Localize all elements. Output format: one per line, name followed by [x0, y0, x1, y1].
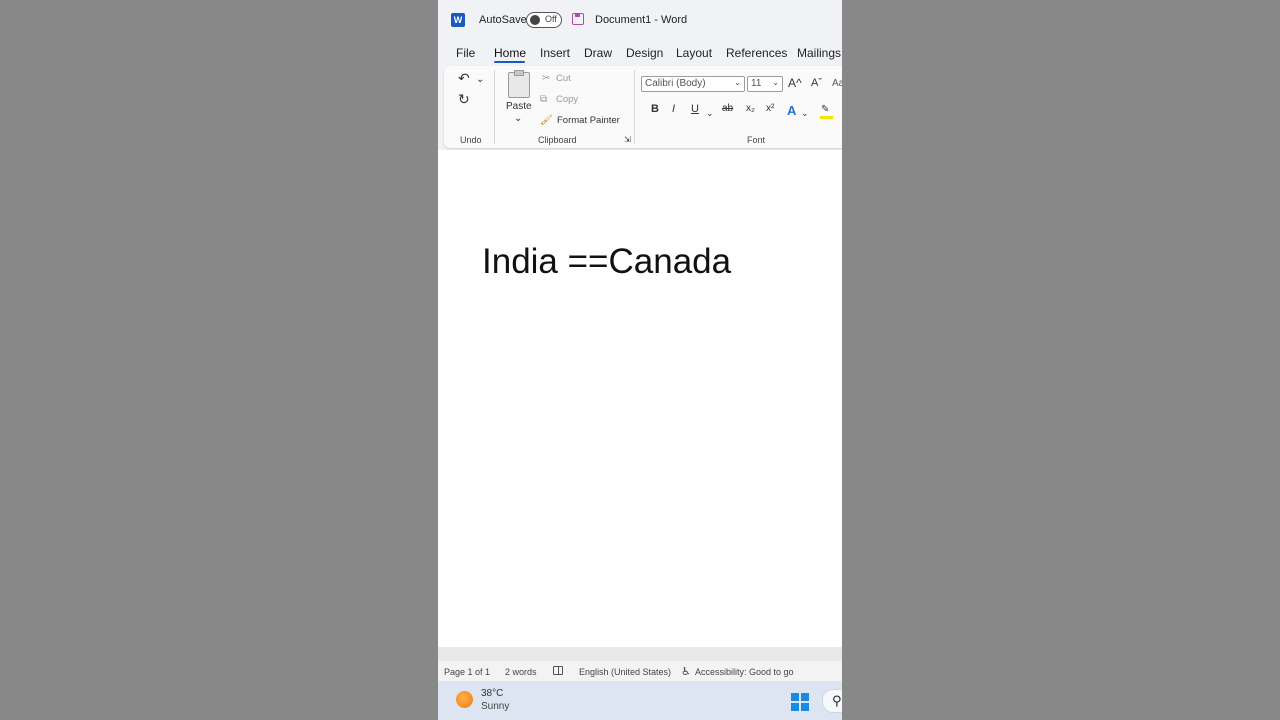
language[interactable]: English (United States) — [579, 667, 671, 677]
font-name-value: Calibri (Body) — [645, 78, 706, 89]
font-group-label: Font — [747, 135, 766, 145]
taskbar: 38°C Sunny ⚲ — [438, 681, 842, 720]
tab-insert[interactable]: Insert — [540, 46, 570, 60]
text-effects-dropdown-icon[interactable]: ⌄ — [801, 106, 809, 120]
copy-icon: ⧉ — [540, 94, 548, 105]
clipboard-launcher-icon[interactable]: ⇲ — [624, 133, 631, 147]
tab-design[interactable]: Design — [626, 46, 663, 60]
ribbon-tabs: File Home Insert Draw Design Layout Refe… — [438, 42, 842, 64]
cut-button[interactable]: Cut — [556, 73, 571, 84]
redo-icon[interactable]: ↻ — [458, 92, 470, 106]
word-icon: W — [451, 13, 465, 27]
tab-file[interactable]: File — [456, 46, 475, 60]
font-size-select[interactable]: 11 ⌄ — [747, 76, 783, 92]
active-tab-indicator — [494, 61, 525, 63]
page-count[interactable]: Page 1 of 1 — [444, 667, 490, 677]
weather-condition[interactable]: Sunny — [481, 701, 509, 712]
document-title: Document1 - Word — [595, 14, 688, 26]
grow-font-button[interactable]: A^ — [788, 76, 802, 90]
tab-references[interactable]: References — [726, 46, 787, 60]
undo-group-label: Undo — [460, 135, 482, 145]
clipboard-group-label: Clipboard — [538, 135, 577, 145]
ribbon: ↶ ⌄ ↻ Undo Paste ⌄ ✂ Cut ⧉ Copy 🖌 Format… — [444, 66, 842, 148]
divider — [634, 70, 635, 144]
weather-temperature[interactable]: 38°C — [481, 688, 503, 699]
underline-dropdown-icon[interactable]: ⌄ — [706, 106, 714, 120]
strikethrough-button[interactable]: ab — [722, 103, 733, 114]
autosave-state: Off — [545, 14, 557, 24]
font-size-value: 11 — [751, 78, 762, 89]
text-effects-button[interactable]: A — [787, 103, 796, 118]
superscript-button[interactable]: x² — [766, 103, 774, 114]
change-case-button[interactable]: Aa — [832, 78, 842, 89]
paste-dropdown-icon[interactable]: ⌄ — [514, 112, 522, 126]
tab-layout[interactable]: Layout — [676, 46, 712, 60]
subscript-button[interactable]: x₂ — [746, 103, 755, 114]
tab-draw[interactable]: Draw — [584, 46, 612, 60]
chevron-down-icon: ⌄ — [772, 78, 779, 87]
autosave-label: AutoSave — [479, 14, 527, 26]
word-icon-letter: W — [453, 15, 463, 25]
document-text[interactable]: India ==Canada — [482, 242, 731, 282]
tab-mailings[interactable]: Mailings — [797, 46, 841, 60]
format-painter-button[interactable]: Format Painter — [557, 115, 620, 126]
sun-icon[interactable] — [456, 691, 473, 708]
bold-button[interactable]: B — [651, 103, 659, 115]
shrink-font-button[interactable]: Aˇ — [811, 77, 822, 89]
accessibility-status[interactable]: Accessibility: Good to go — [695, 667, 794, 677]
copy-button[interactable]: Copy — [556, 94, 578, 105]
highlight-color-bar — [820, 116, 833, 119]
document-page[interactable]: India ==Canada — [438, 150, 842, 647]
taskbar-search[interactable]: ⚲ — [822, 689, 842, 713]
highlighter-icon[interactable]: ✎ — [821, 103, 829, 117]
page-gap — [438, 647, 842, 661]
accessibility-icon: ♿ — [681, 666, 691, 678]
proofing-icon[interactable] — [553, 666, 563, 675]
toggle-knob — [530, 15, 540, 25]
save-icon[interactable] — [572, 13, 584, 25]
scissors-icon: ✂ — [542, 73, 551, 84]
windows-start-icon[interactable] — [791, 693, 809, 711]
autosave-toggle[interactable]: Off — [526, 12, 562, 28]
paste-icon[interactable] — [508, 70, 530, 98]
chevron-down-icon: ⌄ — [734, 78, 741, 87]
status-bar: Page 1 of 1 2 words English (United Stat… — [438, 661, 842, 681]
undo-dropdown-icon[interactable]: ⌄ — [476, 73, 484, 87]
font-name-select[interactable]: Calibri (Body) ⌄ — [641, 76, 745, 92]
divider — [494, 70, 495, 144]
search-icon: ⚲ — [832, 693, 842, 708]
tab-home[interactable]: Home — [494, 46, 526, 60]
undo-icon[interactable]: ↶ — [458, 71, 470, 85]
format-painter-icon: 🖌 — [540, 115, 553, 126]
title-bar: W AutoSave Off Document1 - Word — [438, 0, 842, 40]
italic-button[interactable]: I — [672, 103, 675, 115]
paste-label[interactable]: Paste — [506, 101, 532, 112]
word-count[interactable]: 2 words — [505, 667, 537, 677]
word-window: W AutoSave Off Document1 - Word File Hom… — [438, 0, 842, 720]
underline-button[interactable]: U — [691, 103, 699, 115]
